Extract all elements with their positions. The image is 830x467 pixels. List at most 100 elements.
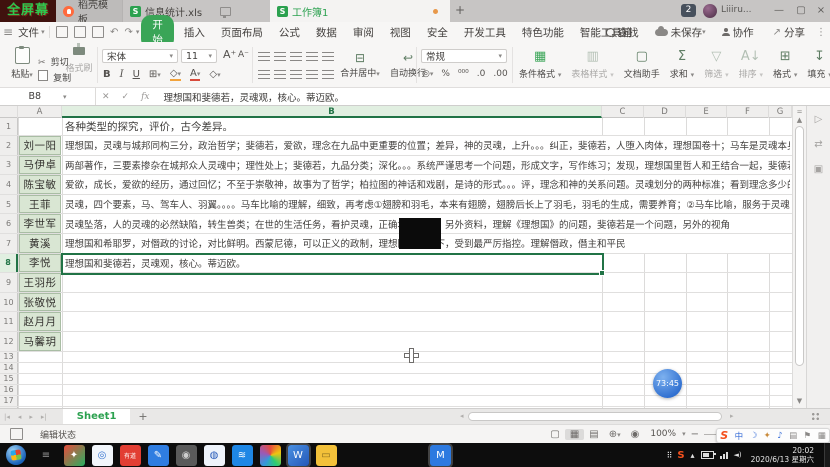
- wps-office-taskbar-icon[interactable]: W: [288, 445, 309, 466]
- user-avatar[interactable]: [703, 4, 717, 18]
- ribbon-button-求和[interactable]: Σ求和 ▾: [665, 45, 699, 85]
- pointer-tool-icon[interactable]: ▷: [807, 114, 830, 125]
- undo-icon[interactable]: ↶: [107, 27, 121, 38]
- increase-font-icon[interactable]: A⁺: [223, 48, 236, 61]
- table-row-10[interactable]: 10张敬悦: [0, 293, 792, 313]
- add-sheet-button[interactable]: +: [130, 410, 155, 423]
- text-cell-B1[interactable]: 各种类型的探究，评价，古今差异。: [63, 118, 602, 135]
- table-row-4[interactable]: 4陈宝敏爱欲，成长，爱欲的经历，通过回忆；不至于崇敬神，故事为了哲学；柏拉图的神…: [0, 175, 792, 195]
- column-header-G[interactable]: G: [769, 106, 792, 118]
- row-header-16[interactable]: 16: [0, 385, 18, 395]
- memo-app-taskbar-icon[interactable]: ✎: [148, 445, 169, 466]
- scroll-up-icon[interactable]: ▲: [793, 116, 806, 124]
- row-header-12[interactable]: 12: [0, 332, 18, 351]
- moon-mode-icon[interactable]: ☽: [750, 431, 758, 441]
- find-button[interactable]: 查找: [598, 25, 647, 40]
- borders-button[interactable]: ⊞▾: [149, 69, 161, 80]
- sogou-tray-icon[interactable]: S: [677, 450, 684, 461]
- row-header-10[interactable]: 10: [0, 293, 18, 312]
- align-bottom-icon[interactable]: [290, 52, 302, 61]
- column-header-F[interactable]: F: [727, 106, 769, 118]
- table-row-6[interactable]: 6李世军灵魂坠落，人的灵魂的必然缺陷，转生兽类；在世的生活任务，看护灵魂，正确地…: [0, 214, 792, 234]
- table-row-17[interactable]: 17: [0, 396, 792, 407]
- vertical-scrollbar[interactable]: = ▲ ▼: [792, 106, 806, 408]
- menu-tab-插入[interactable]: 插入: [176, 25, 213, 40]
- start-button[interactable]: [6, 445, 26, 465]
- tab-docer-templates[interactable]: 稻壳模板: [56, 0, 122, 22]
- ribbon-button-筛选[interactable]: ▽筛选 ▾: [699, 45, 733, 85]
- merge-center-button[interactable]: ⊟ 合并居中▾: [336, 47, 384, 79]
- select-all-corner[interactable]: [0, 106, 18, 118]
- prev-sheet-icon[interactable]: ◂: [14, 413, 26, 421]
- decrease-font-icon[interactable]: A⁻: [238, 50, 249, 60]
- next-sheet-icon[interactable]: ▸: [25, 413, 37, 421]
- name-cell-A5[interactable]: 王菲: [19, 195, 61, 214]
- row-header-6[interactable]: 6: [0, 214, 18, 233]
- row-header-17[interactable]: 17: [0, 396, 18, 406]
- row-header-11[interactable]: 11: [0, 312, 18, 331]
- table-row-12[interactable]: 12马馨玥: [0, 332, 792, 352]
- row-header-7[interactable]: 7: [0, 234, 18, 253]
- thunder-taskbar-icon[interactable]: ≋: [232, 445, 253, 466]
- menu-tab-公式[interactable]: 公式: [271, 25, 308, 40]
- menu-tab-开发工具[interactable]: 开发工具: [456, 25, 514, 40]
- sheet-tab-sheet1[interactable]: Sheet1: [63, 409, 131, 424]
- pinwheel-player-taskbar-icon[interactable]: [260, 445, 281, 466]
- ribbon-button-条件格式[interactable]: ▦条件格式 ▾: [514, 45, 566, 85]
- table-row-9[interactable]: 9王羽彤: [0, 273, 792, 293]
- column-header-C[interactable]: C: [602, 106, 644, 118]
- redo-icon[interactable]: ↷: [121, 27, 135, 38]
- distribute-icon[interactable]: [322, 70, 334, 79]
- paint-app-taskbar-icon[interactable]: ✦: [64, 445, 85, 466]
- increase-decimal-icon[interactable]: .0: [477, 69, 486, 79]
- file-explorer-taskbar-icon[interactable]: ▭: [316, 445, 337, 466]
- row-header-13[interactable]: 13: [0, 352, 18, 362]
- voice-input-icon[interactable]: ♪: [777, 431, 782, 441]
- maximize-button[interactable]: ▢: [790, 0, 812, 22]
- more-menu-icon[interactable]: ⋮: [813, 27, 829, 38]
- column-header-A[interactable]: A: [18, 106, 62, 118]
- last-sheet-icon[interactable]: ▸|: [37, 413, 51, 421]
- page-layout-view-icon[interactable]: ▤: [584, 429, 603, 440]
- row-header-2[interactable]: 2: [0, 136, 18, 155]
- row-header-1[interactable]: 1: [0, 118, 18, 135]
- macro-record-icon[interactable]: [10, 428, 23, 440]
- table-row-7[interactable]: 7黄溪理想国和希耶罗，对僭政的讨论，对比鲜明。西蒙尼德，可以正义的政制，理想国 …: [0, 234, 792, 254]
- eye-protection-icon[interactable]: ◉: [626, 429, 645, 440]
- cancel-entry-icon[interactable]: ✕: [96, 92, 116, 102]
- network-signal-icon[interactable]: [720, 452, 728, 459]
- hidden-icons-arrow[interactable]: ▴: [691, 451, 695, 460]
- confirm-entry-icon[interactable]: ✓: [116, 92, 136, 102]
- media-ring-taskbar-icon[interactable]: ◍: [204, 445, 225, 466]
- font-color-button[interactable]: A▾: [190, 68, 200, 81]
- name-box[interactable]: B8▾: [0, 88, 96, 105]
- hscroll-right-icon[interactable]: ▸: [726, 412, 738, 420]
- text-cell-B2[interactable]: 理想国，灵魂与城邦同构三分，政治哲学；斐德若，爱欲，理念在九品中更重要的位置；差…: [63, 136, 790, 155]
- save-icon[interactable]: [56, 26, 68, 38]
- save-status[interactable]: 未保存▾: [647, 25, 714, 40]
- insert-function-icon[interactable]: fx: [135, 92, 155, 102]
- name-cell-A4[interactable]: 陈宝敏: [19, 175, 61, 194]
- scroll-down-icon[interactable]: ▼: [793, 397, 806, 405]
- currency-format-icon[interactable]: ◎▾: [422, 69, 433, 79]
- row-header-15[interactable]: 15: [0, 374, 18, 384]
- keyboard-icon[interactable]: ▤: [789, 431, 797, 441]
- panel-tool-icon[interactable]: ▣: [807, 164, 830, 175]
- tray-clock[interactable]: 20:02 2020/6/13 星期六: [751, 446, 814, 464]
- ribbon-button-文档助手[interactable]: ▢文档助手: [619, 45, 665, 85]
- table-row-5[interactable]: 5王菲灵魂，四个要素，马、驾车人、羽翼。。。。马车比喻的理解，细致，再考虑①翅膀…: [0, 195, 792, 215]
- split-handle-icon[interactable]: =: [793, 108, 806, 116]
- italic-button[interactable]: I: [120, 69, 124, 80]
- percent-format-icon[interactable]: %: [441, 69, 450, 79]
- menu-tab-数据[interactable]: 数据: [308, 25, 345, 40]
- normal-view-icon[interactable]: ▦: [565, 429, 584, 440]
- menu-tab-视图[interactable]: 视图: [382, 25, 419, 40]
- ime-toolbar[interactable]: S 中 ☽ ✦ ♪ ▤ ⚑ ▦: [716, 428, 830, 443]
- ribbon-button-排序[interactable]: A↓排序 ▾: [734, 45, 768, 85]
- name-cell-A7[interactable]: 黄溪: [19, 234, 61, 253]
- name-cell-A6[interactable]: 李世军: [19, 214, 61, 233]
- collaborate-button[interactable]: 协作: [714, 25, 762, 40]
- column-header-D[interactable]: D: [644, 106, 686, 118]
- close-button[interactable]: ×: [810, 0, 830, 22]
- decrease-indent-icon[interactable]: [306, 52, 318, 61]
